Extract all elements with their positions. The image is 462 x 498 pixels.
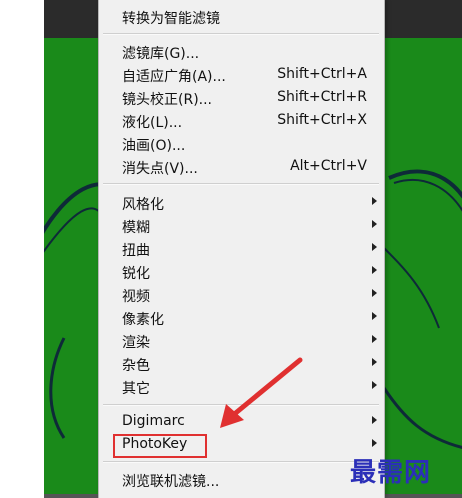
annotation-arrow-icon [220, 357, 303, 428]
watermark: 最需网 [350, 458, 432, 488]
